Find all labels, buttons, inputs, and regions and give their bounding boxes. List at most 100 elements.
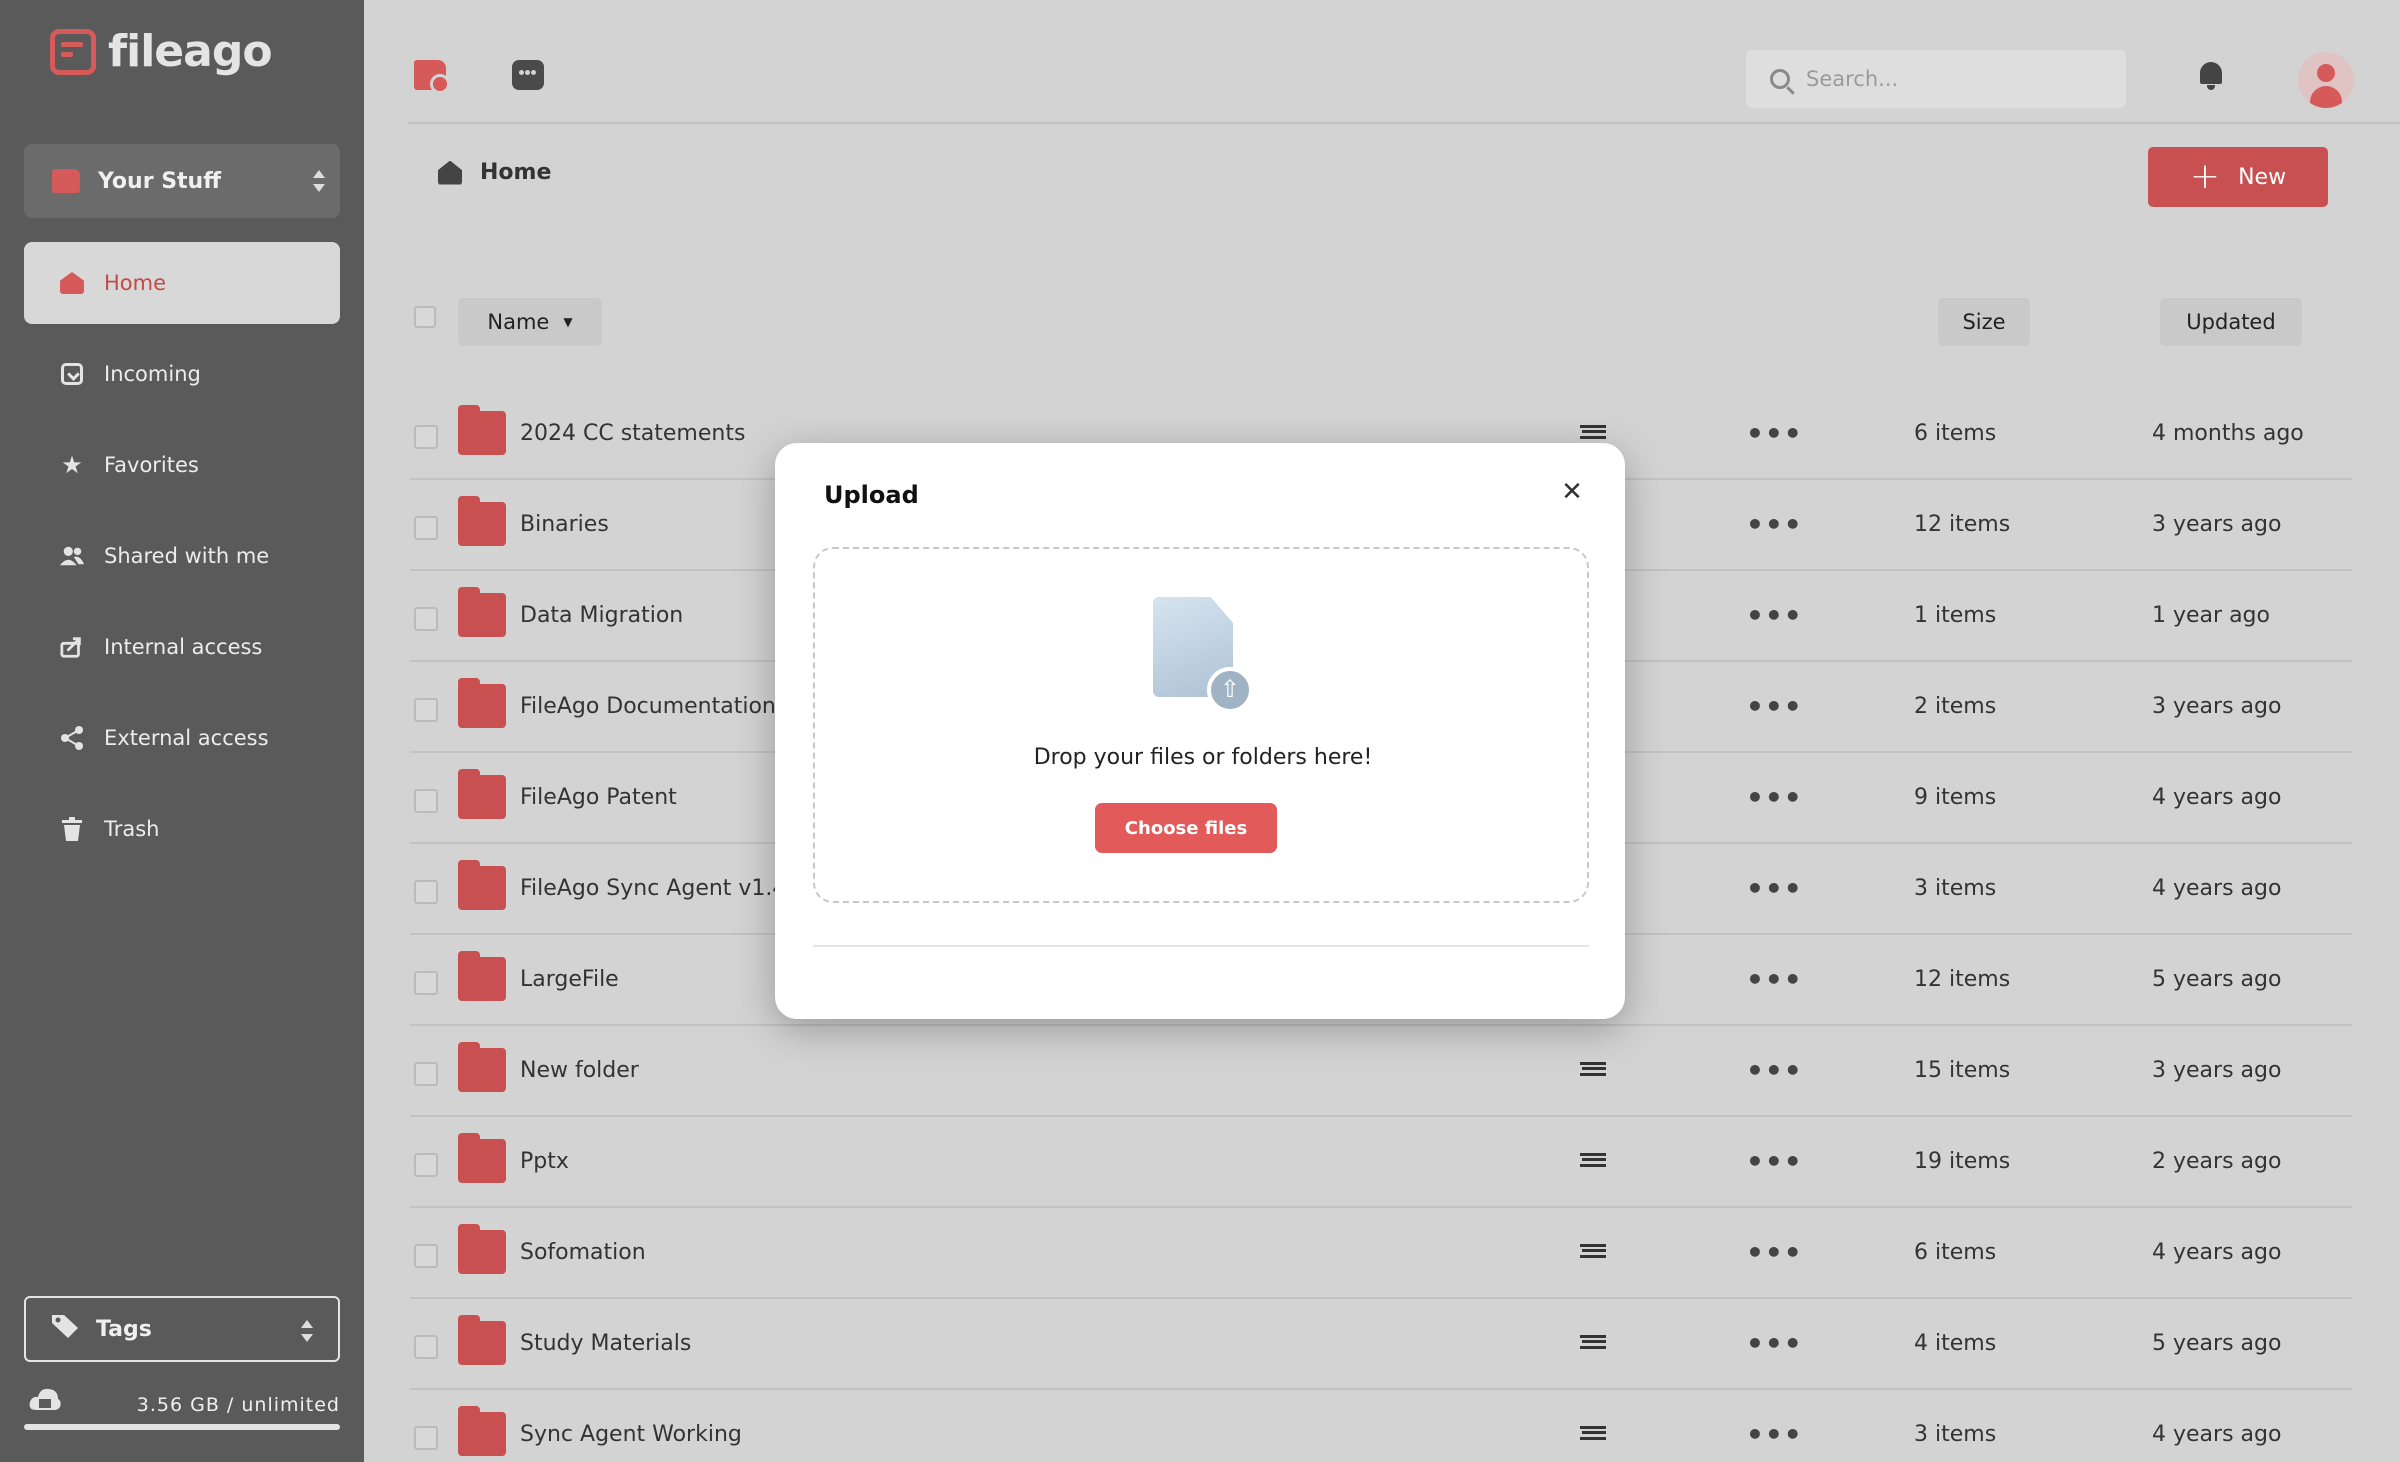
chat-icon[interactable] [512, 60, 544, 90]
search-input[interactable] [1806, 67, 2106, 91]
files-icon[interactable] [414, 60, 450, 94]
row-checkbox[interactable] [414, 1426, 438, 1450]
tag-icon [50, 1313, 82, 1346]
more-options-icon[interactable]: ••• [1746, 1054, 1803, 1087]
row-size: 1 items [1914, 603, 1997, 628]
close-icon[interactable]: ✕ [1557, 477, 1587, 507]
sidebar-item-home[interactable]: Home [24, 242, 340, 324]
folder-icon [458, 769, 506, 819]
row-size: 2 items [1914, 694, 1997, 719]
sidebar-item-favorites[interactable]: ★ Favorites [24, 424, 340, 506]
sidebar-item-external-access[interactable]: External access [24, 697, 340, 779]
row-updated: 4 years ago [2152, 785, 2282, 810]
row-name[interactable]: Study Materials [520, 1331, 691, 1356]
bell-icon[interactable] [2198, 60, 2224, 90]
fileago-logo[interactable]: fileago [50, 26, 273, 77]
description-icon[interactable] [1580, 1426, 1606, 1440]
row-name[interactable]: FileAgo Patent [520, 785, 677, 810]
drop-text: Drop your files or folders here! [1033, 745, 1373, 770]
description-icon[interactable] [1580, 1244, 1606, 1258]
table-row[interactable]: New folder ••• 15 items 3 years ago [410, 1026, 2352, 1117]
row-name[interactable]: FileAgo Documentation [520, 694, 776, 719]
row-name[interactable]: Pptx [520, 1149, 569, 1174]
divider [813, 945, 1589, 947]
row-name[interactable]: Data Migration [520, 603, 683, 628]
table-row[interactable]: Pptx ••• 19 items 2 years ago [410, 1117, 2352, 1208]
description-icon[interactable] [1580, 1153, 1606, 1167]
choose-files-button[interactable]: Choose files [1095, 803, 1277, 853]
folder-icon [458, 1224, 506, 1274]
description-icon[interactable] [1580, 1062, 1606, 1076]
sidebar-item-shared-with-me[interactable]: Shared with me [24, 515, 340, 597]
row-checkbox[interactable] [414, 1062, 438, 1086]
more-options-icon[interactable]: ••• [1746, 963, 1803, 996]
row-name[interactable]: LargeFile [520, 967, 619, 992]
upload-icon: ⇧ [1207, 667, 1253, 713]
more-options-icon[interactable]: ••• [1746, 1236, 1803, 1269]
search-box[interactable] [1746, 50, 2126, 108]
table-row[interactable]: Sync Agent Working ••• 3 items 4 years ago [410, 1390, 2352, 1462]
row-name[interactable]: Binaries [520, 512, 609, 537]
more-options-icon[interactable]: ••• [1746, 872, 1803, 905]
row-checkbox[interactable] [414, 607, 438, 631]
row-name[interactable]: Sofomation [520, 1240, 646, 1265]
row-checkbox[interactable] [414, 516, 438, 540]
row-name[interactable]: 2024 CC statements [520, 421, 745, 446]
sidebar-item-label: Shared with me [104, 544, 270, 568]
sort-size-button[interactable]: Size [1938, 298, 2030, 346]
row-checkbox[interactable] [414, 789, 438, 813]
more-options-icon[interactable]: ••• [1746, 690, 1803, 723]
folder-icon [458, 1133, 506, 1183]
description-icon[interactable] [1580, 425, 1606, 439]
drop-zone[interactable]: ⇧ Drop your files or folders here! Choos… [813, 547, 1589, 903]
description-icon[interactable] [1580, 1335, 1606, 1349]
row-checkbox[interactable] [414, 425, 438, 449]
more-options-icon[interactable]: ••• [1746, 599, 1803, 632]
row-checkbox[interactable] [414, 971, 438, 995]
row-checkbox[interactable] [414, 1335, 438, 1359]
more-options-icon[interactable]: ••• [1746, 781, 1803, 814]
row-updated: 3 years ago [2152, 1058, 2282, 1083]
row-checkbox[interactable] [414, 880, 438, 904]
row-size: 19 items [1914, 1149, 2011, 1174]
avatar[interactable] [2298, 52, 2354, 108]
new-button[interactable]: + New [2148, 147, 2328, 207]
breadcrumb[interactable]: Home [438, 160, 551, 185]
row-name[interactable]: New folder [520, 1058, 639, 1083]
column-header-name: Name [487, 310, 550, 334]
users-icon [60, 544, 84, 568]
workspace-select[interactable]: Your Stuff [24, 144, 340, 218]
more-options-icon[interactable]: ••• [1746, 508, 1803, 541]
tags-select[interactable]: Tags [24, 1296, 340, 1362]
sidebar-item-internal-access[interactable]: Internal access [24, 606, 340, 688]
row-checkbox[interactable] [414, 1153, 438, 1177]
more-options-icon[interactable]: ••• [1746, 1145, 1803, 1178]
select-all-checkbox[interactable] [414, 306, 436, 328]
trash-icon [60, 817, 84, 841]
more-options-icon[interactable]: ••• [1746, 1418, 1803, 1451]
sort-name-button[interactable]: Name ▼ [458, 298, 602, 346]
row-size: 15 items [1914, 1058, 2011, 1083]
row-checkbox[interactable] [414, 1244, 438, 1268]
sort-updated-button[interactable]: Updated [2160, 298, 2302, 346]
more-options-icon[interactable]: ••• [1746, 1327, 1803, 1360]
row-checkbox[interactable] [414, 698, 438, 722]
logo-text: fileago [108, 26, 273, 77]
row-name[interactable]: FileAgo Sync Agent v1.4. [520, 876, 793, 901]
modal-title: Upload [824, 481, 919, 509]
star-icon: ★ [61, 451, 83, 479]
row-name[interactable]: Sync Agent Working [520, 1422, 742, 1447]
row-updated: 2 years ago [2152, 1149, 2282, 1174]
row-updated: 3 years ago [2152, 694, 2282, 719]
sidebar-item-label: Incoming [104, 362, 201, 386]
row-size: 3 items [1914, 876, 1997, 901]
sidebar-item-trash[interactable]: Trash [24, 788, 340, 870]
table-row[interactable]: Study Materials ••• 4 items 5 years ago [410, 1299, 2352, 1390]
more-options-icon[interactable]: ••• [1746, 417, 1803, 450]
divider [408, 122, 2400, 124]
logo-icon [50, 28, 96, 75]
column-header-updated: Updated [2186, 310, 2276, 334]
row-updated: 5 years ago [2152, 967, 2282, 992]
sidebar-item-incoming[interactable]: Incoming [24, 333, 340, 415]
table-row[interactable]: Sofomation ••• 6 items 4 years ago [410, 1208, 2352, 1299]
